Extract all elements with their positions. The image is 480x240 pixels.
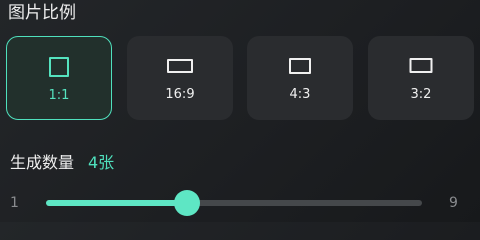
ratio-label: 1:1 — [48, 88, 70, 103]
ratio-option-1-1[interactable]: 1:1 — [6, 36, 112, 120]
square-icon — [49, 57, 69, 77]
ratio-option-4-3[interactable]: 4:3 — [247, 36, 353, 120]
count-value: 4张 — [88, 153, 115, 172]
ratio-label: 4:3 — [289, 87, 311, 102]
aspect-ratio-title: 图片比例 — [8, 3, 76, 23]
landscape-rectangle-icon — [289, 58, 311, 74]
aspect-ratio-options: 1:1 16:9 4:3 3:2 — [6, 36, 480, 120]
ratio-label: 16:9 — [165, 87, 195, 102]
ratio-option-16-9[interactable]: 16:9 — [127, 36, 233, 120]
count-slider[interactable] — [46, 190, 422, 216]
slider-max-label: 9 — [449, 195, 458, 211]
landscape-rectangle-icon — [409, 58, 433, 73]
slider-min-label: 1 — [10, 195, 19, 211]
wide-rectangle-icon — [167, 59, 193, 73]
ratio-option-3-2[interactable]: 3:2 — [368, 36, 474, 120]
slider-thumb[interactable] — [174, 190, 200, 216]
ratio-label: 3:2 — [410, 87, 432, 102]
slider-fill — [46, 200, 187, 206]
count-title: 生成数量 — [10, 153, 75, 172]
